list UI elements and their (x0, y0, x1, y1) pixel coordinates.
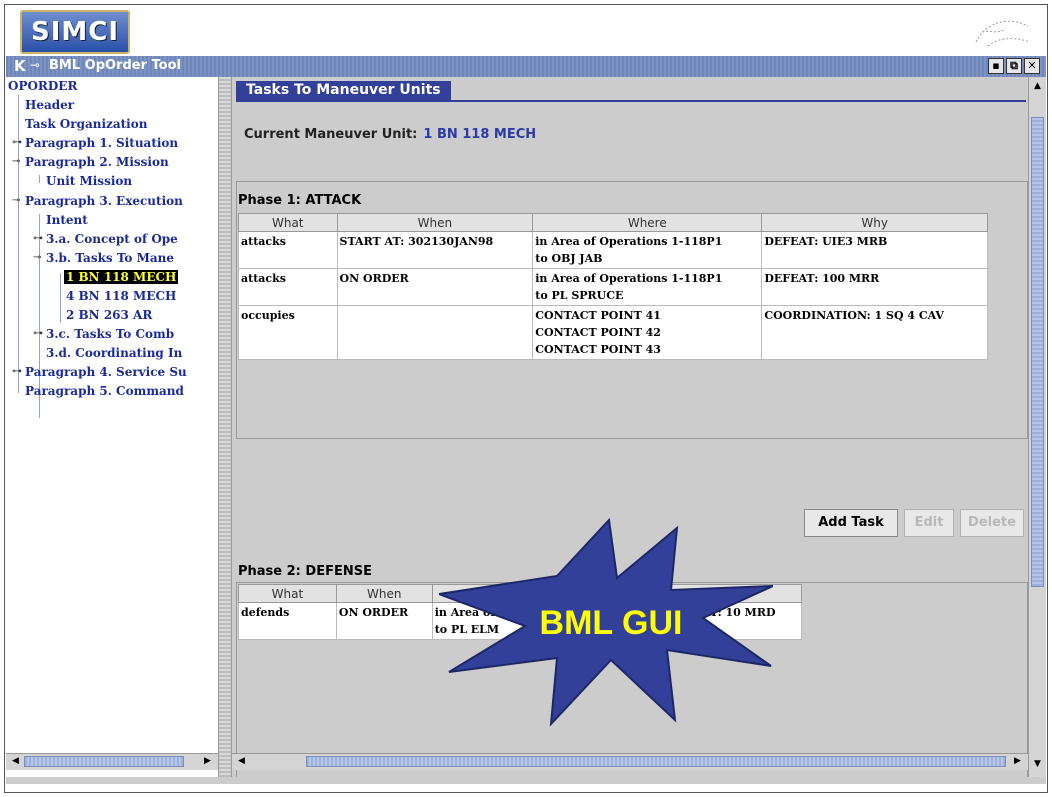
cell-why: DEFEAT: 100 MRR (761, 268, 988, 306)
current-unit-label: Current Maneuver Unit: (244, 127, 418, 142)
content-scroll-thumb[interactable] (306, 756, 1006, 767)
panel-title: Tasks To Maneuver Units (236, 81, 451, 100)
tree-item-unit-mission[interactable]: Unit Mission (46, 174, 132, 188)
collapsed-handle-icon[interactable]: ⊶ (12, 366, 22, 377)
tree-guide-line (39, 175, 40, 183)
cell-why: COORDINATION: 1 SQ 4 CAV (761, 305, 988, 360)
tree-item-tasks-to-maneuver[interactable]: 3.b. Tasks To Mane (46, 251, 174, 265)
scroll-right-arrow-icon[interactable]: ▶ (1010, 754, 1025, 769)
cell-where-line: CONTACT POINT 43 (535, 343, 661, 356)
restore-button[interactable]: ⧉ (1006, 58, 1022, 74)
current-unit-value: 1 BN 118 MECH (423, 127, 537, 142)
simci-logo: SIMCI (20, 10, 130, 54)
table-header-row: What When Where Why (238, 213, 988, 232)
bml-gui-callout: BML GUI (439, 518, 773, 726)
vertical-scroll-thumb[interactable] (1031, 117, 1044, 587)
tree-item-paragraph-4[interactable]: Paragraph 4. Service Su (25, 365, 187, 379)
tree-item-tasks-to-combat[interactable]: 3.c. Tasks To Comb (46, 327, 174, 341)
logo-text: SIMCI (30, 17, 120, 47)
column-header-when[interactable]: When (336, 213, 534, 232)
table-row[interactable]: occupies CONTACT POINT 41 CONTACT POINT 4… (238, 305, 988, 360)
cell-when: ON ORDER (336, 268, 534, 306)
cell-why: DEFEAT: UIE3 MRB (761, 231, 988, 269)
split-pane-divider[interactable] (218, 77, 232, 777)
tree-scroll-thumb[interactable] (24, 756, 184, 767)
column-header-what[interactable]: What (238, 213, 338, 232)
signature-mark (975, 20, 1031, 47)
tree-item-coordinating[interactable]: 3.d. Coordinating In (46, 346, 182, 360)
expanded-handle-icon[interactable]: ⊸ (33, 252, 41, 263)
minimize-button[interactable]: ▪ (988, 58, 1004, 74)
collapsed-handle-icon[interactable]: ⊶ (12, 137, 22, 148)
close-button[interactable]: ✕ (1024, 58, 1040, 74)
scroll-up-arrow-icon[interactable]: ▲ (1030, 79, 1045, 94)
panel-title-underline (236, 100, 1026, 102)
tree-horizontal-scrollbar[interactable]: ◀ ▶ (6, 753, 218, 770)
cell-what: occupies (238, 305, 338, 360)
window-title: BML OpOrder Tool (49, 58, 181, 73)
column-header-why[interactable]: Why (761, 213, 988, 232)
pin-icon[interactable]: ⊸ (30, 58, 40, 72)
cell-where: in Area of Operations 1-118P1 to OBJ JAB (532, 231, 763, 269)
cell-where-line: to OBJ JAB (535, 252, 603, 265)
table-row[interactable]: attacks ON ORDER in Area of Operations 1… (238, 268, 988, 306)
content-horizontal-scrollbar[interactable]: ◀ ▶ (232, 753, 1028, 770)
collapsed-handle-icon[interactable]: ⊶ (33, 233, 43, 244)
collapsed-handle-icon[interactable]: ⊶ (33, 328, 43, 339)
phase1-task-table[interactable]: What When Where Why attacks START AT: 30… (238, 213, 988, 360)
tree-item-paragraph-1[interactable]: Paragraph 1. Situation (25, 136, 178, 150)
scroll-left-arrow-icon[interactable]: ◀ (8, 754, 23, 769)
cell-what: attacks (238, 268, 338, 306)
tree-item-paragraph-5[interactable]: Paragraph 5. Command (25, 384, 184, 398)
tree-item-2bn-263-ar[interactable]: 2 BN 263 AR (66, 308, 152, 322)
cell-when: START AT: 302130JAN98 (336, 231, 534, 269)
column-header-when[interactable]: When (335, 584, 433, 603)
cell-where-line: in Area of Operations 1-118P1 (535, 272, 723, 285)
cell-what: defends (238, 602, 337, 640)
expanded-handle-icon[interactable]: ⊸ (12, 195, 20, 206)
cell-where-line: in Area of Operations 1-118P1 (535, 235, 723, 248)
cell-when (336, 305, 534, 360)
delete-task-button[interactable]: Delete (960, 509, 1024, 537)
window-titlebar[interactable]: K ⊸ BML OpOrder Tool ▪ ⧉ ✕ (6, 56, 1046, 77)
phase2-title: Phase 2: DEFENSE (238, 564, 372, 579)
tree-item-intent[interactable]: Intent (46, 213, 88, 227)
scroll-down-arrow-icon[interactable]: ▼ (1030, 757, 1045, 772)
expanded-handle-icon[interactable]: ⊸ (12, 156, 20, 167)
scroll-right-arrow-icon[interactable]: ▶ (200, 754, 215, 769)
app-icon: K (14, 57, 26, 75)
tree-guide-line (60, 273, 61, 323)
tree-item-task-organization[interactable]: Task Organization (25, 117, 147, 131)
cell-where-line: CONTACT POINT 42 (535, 326, 661, 339)
outline-tree: OPORDER Header Task Organization ⊶ Parag… (6, 77, 218, 777)
cell-where: CONTACT POINT 41 CONTACT POINT 42 CONTACT … (532, 305, 763, 360)
callout-text: BML GUI (540, 604, 683, 642)
column-header-what[interactable]: What (238, 584, 337, 603)
tree-root-oporder[interactable]: OPORDER (8, 79, 77, 93)
cell-where-line: to PL SPRUCE (535, 289, 624, 302)
phase1-title: Phase 1: ATTACK (238, 193, 362, 208)
cell-where: in Area of Operations 1-118P1 to PL SPRUC… (532, 268, 763, 306)
tree-item-paragraph-3[interactable]: Paragraph 3. Execution (25, 194, 183, 208)
cell-where-line: CONTACT POINT 41 (535, 309, 661, 322)
tree-item-concept-of-ops[interactable]: 3.a. Concept of Ope (46, 232, 178, 246)
current-unit-row: Current Maneuver Unit: 1 BN 118 MECH (244, 127, 536, 142)
add-task-button[interactable]: Add Task (804, 509, 898, 537)
cell-when: ON ORDER (335, 602, 433, 640)
tree-item-header[interactable]: Header (25, 98, 74, 112)
cell-what: attacks (238, 231, 338, 269)
column-header-where[interactable]: Where (532, 213, 763, 232)
edit-task-button[interactable]: Edit (904, 509, 954, 537)
scroll-left-arrow-icon[interactable]: ◀ (234, 754, 249, 769)
tree-item-4bn-118-mech[interactable]: 4 BN 118 MECH (66, 289, 176, 303)
tree-item-1bn-118-mech[interactable]: 1 BN 118 MECH (64, 270, 179, 284)
vertical-scrollbar[interactable]: ▲ ▼ (1028, 77, 1046, 777)
table-row[interactable]: attacks START AT: 302130JAN98 in Area of… (238, 231, 988, 269)
tree-item-paragraph-2[interactable]: Paragraph 2. Mission (25, 155, 169, 169)
